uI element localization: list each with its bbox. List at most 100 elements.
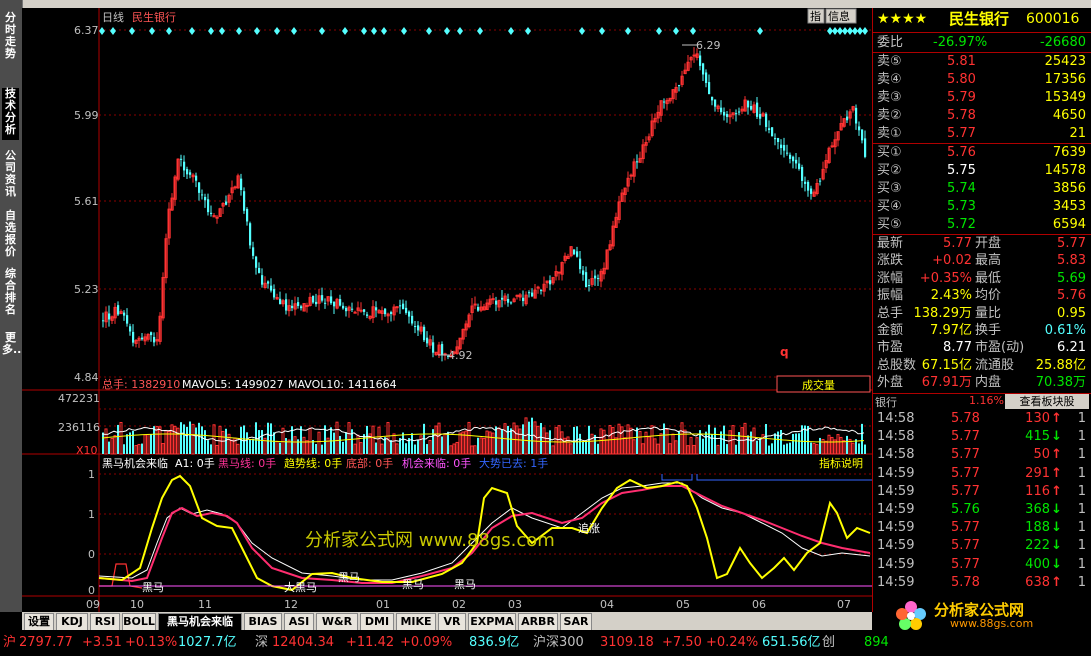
candle-body	[510, 302, 513, 304]
indicator-tab[interactable]: 黑马机会来临	[158, 613, 242, 631]
indicator-tab[interactable]: KDJ	[56, 613, 88, 631]
tick-time: 14:59	[877, 556, 915, 572]
signal-label: 黑马	[454, 578, 476, 591]
bid-row: 买② 5.75 14578	[873, 162, 1091, 180]
indicator-tab[interactable]: MIKE	[396, 613, 436, 631]
tab-company-info[interactable]: 公司资讯	[2, 150, 19, 202]
bid-row: 买③ 5.74 3856	[873, 180, 1091, 198]
candle-body	[720, 107, 723, 113]
tick-volume: 291	[1025, 465, 1050, 481]
candle-body	[528, 292, 531, 294]
candle-body	[243, 191, 246, 211]
tick-row: 14:58 5.77 415 1 ↓	[873, 428, 1091, 446]
candle-body	[708, 82, 711, 95]
candle-body	[353, 311, 357, 314]
indicator-tab[interactable]: DMI	[360, 613, 394, 631]
volume-bar	[756, 440, 758, 454]
cy-value: 894	[864, 635, 889, 650]
tick-time: 14:58	[877, 429, 915, 445]
volume-bar	[153, 426, 155, 454]
tab-technical-analysis[interactable]: 技术分析	[2, 88, 19, 140]
volume-bar	[678, 431, 680, 454]
volume-bar	[522, 424, 524, 454]
indicator-button-label: 指	[810, 9, 821, 23]
volume-bar	[315, 443, 317, 454]
indicator-tab[interactable]: W&R	[316, 613, 358, 631]
volume-bar	[702, 438, 704, 454]
candle-body	[780, 144, 783, 149]
candle-body	[726, 113, 729, 117]
sh-index: 2797.77	[19, 635, 73, 650]
candle-body	[183, 161, 186, 171]
tick-volume: 638	[1025, 574, 1050, 590]
stat-row: 市盈 8.77 市盈(动) 6.21	[873, 339, 1091, 357]
candle-body	[507, 299, 510, 303]
volume-bar	[501, 429, 503, 454]
date-tick: 02	[452, 598, 466, 611]
candle-body	[414, 326, 417, 328]
tab-more[interactable]: 更多...	[2, 332, 26, 384]
bid-price: 5.72	[947, 217, 976, 232]
ask-row: 卖⑤ 5.81 25423	[873, 53, 1091, 71]
date-tick: 10	[130, 598, 144, 611]
candle-body	[858, 126, 861, 131]
indicator-tab[interactable]: ARBR	[518, 613, 558, 631]
volume-bar	[279, 442, 281, 454]
view-sector-stocks-button[interactable]: 查看板块股	[1005, 394, 1089, 409]
indicator-tab[interactable]: RSI	[90, 613, 120, 631]
volume-dropdown[interactable]: 成交量	[776, 375, 871, 393]
volume-bar	[186, 426, 188, 454]
indicator-tab[interactable]: SAR	[560, 613, 592, 631]
indicator-tab[interactable]: EXPMA	[468, 613, 516, 631]
date-tick: 07	[837, 598, 851, 611]
kline-chart-area[interactable]: 日线 民生银行 指 信息 6.37 5.99 5.61 5.23 4.84 6.…	[22, 8, 872, 612]
tick-list[interactable]: 14:58 5.78 130 1 ↑ 14:58 5.77 415 1 ↓ 14:58 5.77 50 1…	[873, 410, 1091, 594]
bid-price: 5.74	[947, 181, 976, 196]
stat-value: 0.95	[1057, 305, 1086, 321]
volume-bar	[705, 431, 707, 454]
stat-value: 70.38万	[1035, 375, 1086, 391]
volume-bar	[201, 426, 203, 454]
volume-bar	[447, 431, 449, 454]
volume-bar	[204, 430, 206, 454]
indicator-tab[interactable]: BOLL	[122, 613, 156, 631]
ask-label: 卖④	[877, 72, 902, 87]
tab-intraday[interactable]: 分时走势	[2, 12, 19, 72]
price-tick: 5.23	[74, 283, 99, 296]
tick-row: 14:58 5.78 130 1 ↑	[873, 410, 1091, 428]
indicator-tab[interactable]: BIAS	[244, 613, 282, 631]
candle-body	[300, 306, 303, 309]
tab-ranking[interactable]: 综合排名	[2, 268, 19, 320]
indicator-tab[interactable]: VR	[438, 613, 466, 631]
volume-bar	[141, 443, 143, 454]
indicator-bottom-done: 大势已去: 1手	[479, 456, 548, 470]
indicator-tab[interactable]: 设置	[24, 613, 54, 631]
candle-body	[810, 188, 813, 194]
top-menu-strip	[22, 0, 1091, 8]
stock-name: 民生银行	[949, 10, 1010, 28]
webi-row: 委比 -26.97% -26680	[873, 34, 1091, 52]
candle-body	[339, 299, 342, 306]
volume-bar	[597, 443, 599, 454]
candle-body	[215, 216, 219, 219]
info-button[interactable]: 信息	[825, 8, 857, 24]
candle-body	[399, 305, 402, 307]
indicator-trend: 趋势线: 0手	[284, 456, 342, 470]
sh-label: 沪	[3, 635, 17, 650]
tick-time: 14:59	[877, 502, 915, 517]
candle-body	[411, 315, 414, 324]
tick-time: 14:58	[877, 447, 915, 463]
ask-price: 5.80	[947, 72, 976, 87]
sh-change: +3.51	[82, 635, 122, 650]
tick-count: 1	[1077, 411, 1086, 426]
date-tick: 03	[508, 598, 522, 611]
tab-watchlist-quotes[interactable]: 自选报价	[2, 210, 19, 262]
ask-book: 卖⑤ 5.81 25423 卖④ 5.80 17356 卖③ 5.79 15349 卖② 5.78 4…	[873, 53, 1091, 143]
volume-bar	[579, 433, 581, 454]
indicator-button[interactable]: 指	[807, 8, 825, 24]
indicator-tab[interactable]: ASI	[284, 613, 314, 631]
candle-body	[663, 101, 666, 103]
candle-body	[804, 181, 807, 184]
candle-body	[315, 301, 318, 305]
indicator-help-button[interactable]: 指标说明	[819, 456, 863, 470]
